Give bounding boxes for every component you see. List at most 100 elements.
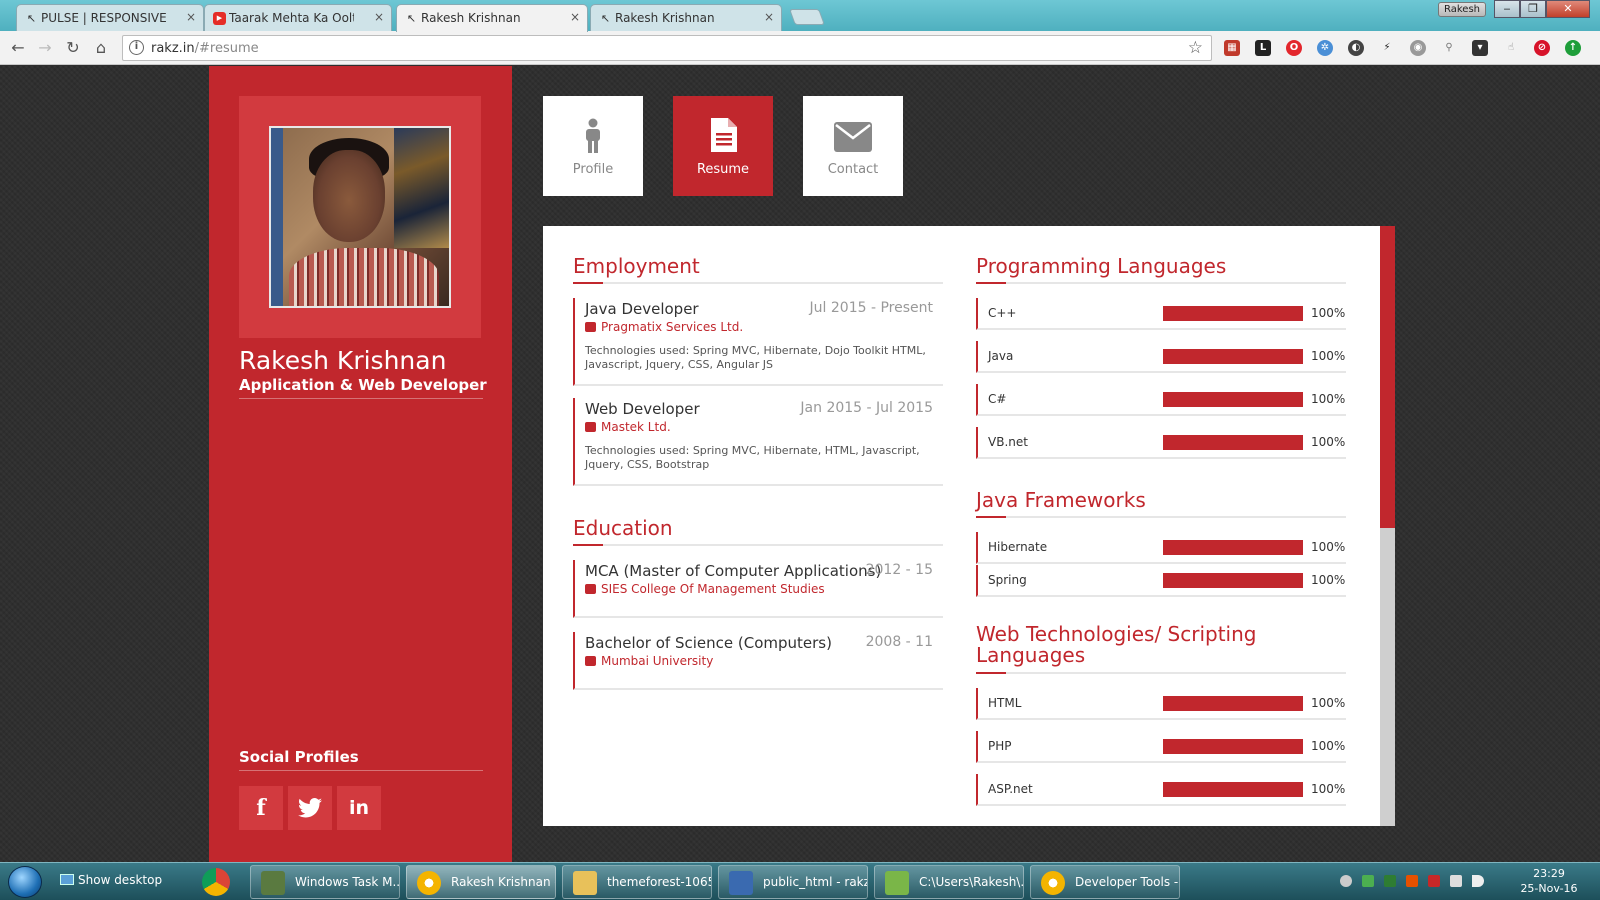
info-icon[interactable]: i	[129, 40, 144, 55]
cursor-icon: ↖	[406, 12, 417, 25]
skill-percent: 100%	[1311, 573, 1346, 587]
taskbar-item-label: Developer Tools -...	[1075, 875, 1180, 889]
twitter-icon	[298, 798, 322, 818]
linkedin-button[interactable]: in	[337, 786, 381, 830]
entry-org: Mumbai University	[585, 654, 713, 668]
start-button[interactable]	[8, 866, 42, 898]
resume-panel: Employment Java Developer Jul 2015 - Pre…	[543, 226, 1395, 826]
employment-entry: Web Developer Jan 2015 - Jul 2015 Mastek…	[573, 398, 943, 486]
briefcase-icon	[585, 422, 596, 432]
profile-sidebar: Rakesh Krishnan Application & Web Develo…	[209, 66, 512, 862]
pocket-icon[interactable]: ▾	[1472, 40, 1488, 56]
tab-resume[interactable]: Resume	[673, 96, 773, 196]
show-desktop-button[interactable]: Show desktop	[60, 873, 162, 887]
extension-icon[interactable]: ◐	[1348, 40, 1364, 56]
document-icon	[711, 118, 737, 152]
maximize-button[interactable]: ❐	[1520, 0, 1546, 18]
extension-icon[interactable]: ✲	[1317, 40, 1333, 56]
profile-button[interactable]: Rakesh	[1438, 2, 1486, 17]
entry-date: Jan 2015 - Jul 2015	[800, 400, 933, 416]
url-host: rakz.in	[151, 41, 195, 56]
twitter-button[interactable]	[288, 786, 332, 830]
skill-bar	[1163, 435, 1303, 450]
skill-bar	[1163, 540, 1303, 555]
clock[interactable]: 23:29 25-Nov-16	[1514, 866, 1584, 896]
taskbar-item[interactable]: C:\Users\Rakesh\...	[874, 865, 1024, 899]
close-icon[interactable]: ×	[374, 10, 384, 24]
extension-icon[interactable]: ⊘	[1534, 40, 1550, 56]
section-heading: Employment	[573, 254, 700, 278]
tab-label: Contact	[827, 162, 879, 177]
org-name: SIES College Of Management Studies	[601, 582, 825, 596]
address-bar[interactable]: i rakz.in/#resume ☆	[122, 35, 1212, 61]
skill-name: ASP.net	[988, 782, 1033, 796]
network-icon[interactable]	[1450, 875, 1462, 887]
opera-icon[interactable]: O	[1286, 40, 1302, 56]
taskbar-item[interactable]: themeforest-1065...	[562, 865, 712, 899]
entry-title: MCA (Master of Computer Applications)	[585, 562, 882, 580]
windows-taskbar: Show desktop Windows Task M... Rakesh Kr…	[0, 862, 1600, 900]
taskbar-item[interactable]: Rakesh Krishnan -...	[406, 865, 556, 899]
tab-profile[interactable]: Profile	[543, 96, 643, 196]
facebook-button[interactable]: f	[239, 786, 283, 830]
url-text[interactable]: rakz.in/#resume	[151, 41, 259, 56]
education-entry: Bachelor of Science (Computers) 2008 - 1…	[573, 632, 943, 690]
panel-scrollbar-thumb[interactable]	[1380, 226, 1395, 528]
extension-icon[interactable]: ↑	[1565, 40, 1581, 56]
book-icon	[585, 656, 596, 666]
skill-bar-fill	[1163, 349, 1303, 364]
taskbar-item-label: C:\Users\Rakesh\...	[919, 875, 1024, 889]
volume-icon[interactable]	[1472, 875, 1484, 887]
close-icon[interactable]: ×	[186, 10, 196, 24]
taskbar-item[interactable]: Windows Task M...	[250, 865, 400, 899]
taskbar-item[interactable]: public_html - rakz...	[718, 865, 868, 899]
skill-name: VB.net	[988, 435, 1028, 449]
browser-tab[interactable]: ▶ Taarak Mehta Ka Ooltah ×	[204, 4, 392, 31]
skill-row: Spring 100%	[976, 565, 1346, 597]
entry-date: Jul 2015 - Present	[809, 300, 933, 316]
extension-icon[interactable]: ◉	[1410, 40, 1426, 56]
clock-date: 25-Nov-16	[1520, 882, 1578, 895]
person-icon	[586, 118, 600, 153]
flag-icon[interactable]	[1428, 875, 1440, 887]
skill-name: Java	[988, 349, 1014, 363]
extension-icon[interactable]: ☝	[1503, 40, 1519, 56]
new-tab-button[interactable]	[789, 9, 825, 25]
extension-icon[interactable]: ⚲	[1441, 40, 1457, 56]
bookmark-star-icon[interactable]: ☆	[1188, 38, 1203, 58]
close-icon[interactable]: ×	[764, 10, 774, 24]
skill-bar	[1163, 782, 1303, 797]
forward-icon[interactable]: →	[35, 38, 55, 58]
browser-tab[interactable]: ↖ Rakesh Krishnan ×	[590, 4, 782, 31]
tab-label: PULSE | RESPONSIVE AC/	[41, 11, 166, 25]
reload-icon[interactable]: ↻	[63, 38, 83, 58]
extension-icon[interactable]: L	[1255, 40, 1271, 56]
skill-row: VB.net 100%	[976, 427, 1346, 459]
extension-icon[interactable]: ▦	[1224, 40, 1240, 56]
tab-contact[interactable]: Contact	[803, 96, 903, 196]
back-icon[interactable]: ←	[8, 38, 28, 58]
window-close-button[interactable]: ✕	[1546, 0, 1590, 18]
tab-label: Profile	[572, 162, 614, 177]
browser-toolbar: ← → ↻ ⌂ i rakz.in/#resume ☆ ▦ L O ✲ ◐ ⚡ …	[0, 31, 1600, 65]
browser-tab[interactable]: ↖ PULSE | RESPONSIVE AC/ ×	[16, 4, 204, 31]
skill-bar-fill	[1163, 782, 1303, 797]
tray-icon[interactable]	[1340, 875, 1352, 887]
tray-icon[interactable]	[1362, 875, 1374, 887]
skill-row: Hibernate 100%	[976, 532, 1346, 564]
envelope-icon	[834, 122, 872, 152]
person-title: Application & Web Developer	[239, 376, 487, 394]
cursor-icon: ↖	[600, 12, 611, 25]
section-heading: Java Frameworks	[976, 488, 1146, 512]
taskbar-item[interactable]: Developer Tools -...	[1030, 865, 1180, 899]
chrome-icon[interactable]	[202, 868, 230, 896]
home-icon[interactable]: ⌂	[91, 38, 111, 58]
browser-tab-active[interactable]: ↖ Rakesh Krishnan ×	[396, 4, 588, 32]
tray-icon[interactable]	[1384, 875, 1396, 887]
skill-row: PHP 100%	[976, 731, 1346, 763]
close-icon[interactable]: ×	[570, 10, 580, 24]
extension-icon[interactable]: ⚡	[1379, 40, 1395, 56]
notepad-icon	[885, 871, 909, 895]
tray-icon[interactable]	[1406, 875, 1418, 887]
minimize-button[interactable]: ‒	[1494, 0, 1520, 18]
